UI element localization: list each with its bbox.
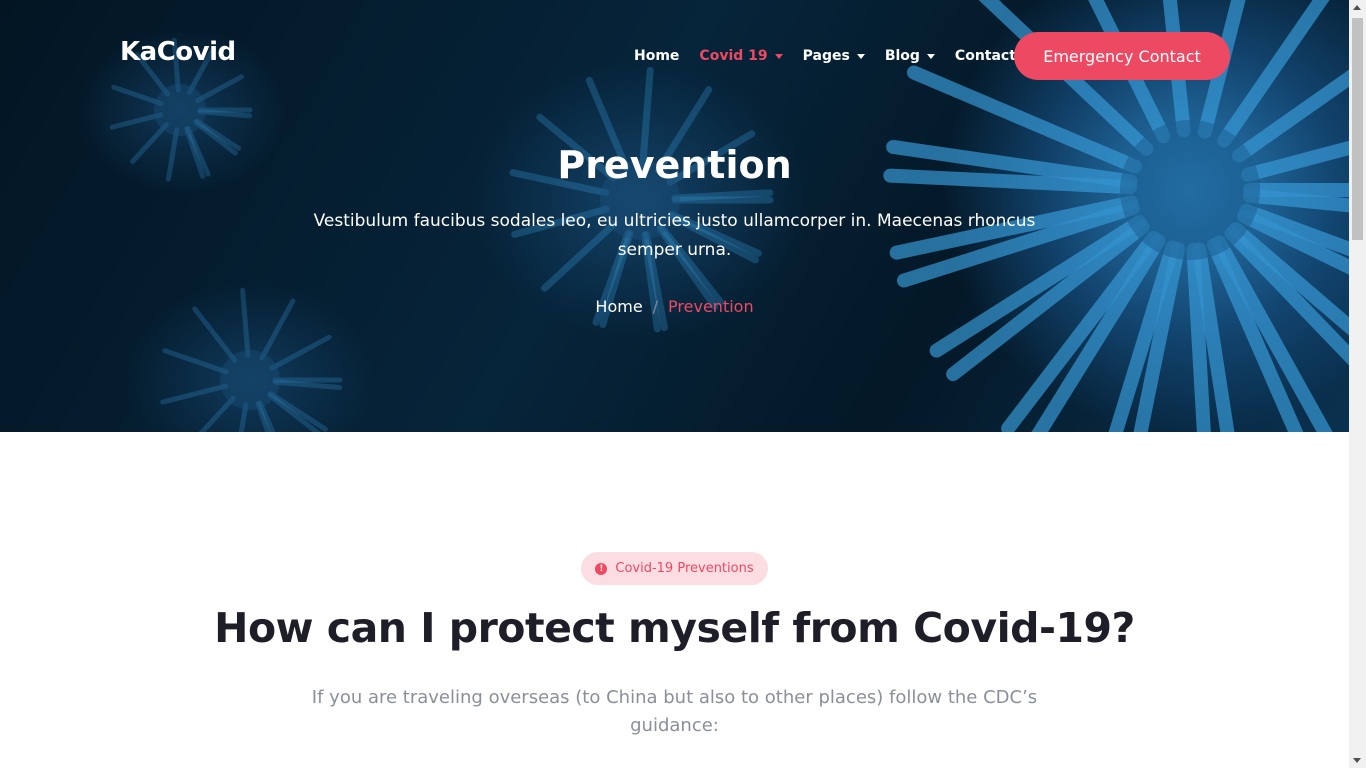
info-circle-icon: ! bbox=[595, 562, 608, 575]
nav-item-contact[interactable]: Contact bbox=[955, 48, 1016, 64]
nav-item-blog[interactable]: Blog bbox=[885, 48, 935, 64]
breadcrumb: Home / Prevention bbox=[0, 297, 1349, 316]
hero-banner: KaCovid Home Covid 19 Pages Blog Contact… bbox=[0, 0, 1349, 432]
nav-item-label: Pages bbox=[802, 48, 850, 64]
section-title: How can I protect myself from Covid-19? bbox=[214, 604, 1135, 652]
page-scrollbar[interactable] bbox=[1349, 0, 1366, 768]
caret-down-icon bbox=[926, 53, 935, 59]
nav-item-label: Blog bbox=[884, 48, 920, 64]
scroll-up-arrow-icon[interactable] bbox=[1353, 5, 1361, 10]
nav-item-covid19[interactable]: Covid 19 bbox=[699, 48, 783, 64]
section-text: If you are traveling overseas (to China … bbox=[311, 687, 1038, 736]
breadcrumb-current: Prevention bbox=[668, 297, 754, 316]
scroll-down-arrow-icon[interactable] bbox=[1353, 758, 1361, 763]
nav-item-label: Home bbox=[634, 48, 680, 64]
emergency-contact-button[interactable]: Emergency Contact bbox=[1014, 32, 1230, 80]
nav-item-label: Covid 19 bbox=[699, 48, 768, 64]
breadcrumb-home-link[interactable]: Home bbox=[595, 297, 642, 316]
nav-item-pages[interactable]: Pages bbox=[803, 48, 865, 64]
nav-item-home[interactable]: Home bbox=[634, 48, 679, 64]
section-badge: ! Covid-19 Preventions bbox=[581, 552, 768, 585]
main-nav: Home Covid 19 Pages Blog Contact bbox=[634, 46, 1036, 66]
page-title: Prevention bbox=[557, 143, 792, 187]
nav-item-label: Contact bbox=[954, 48, 1016, 64]
breadcrumb-separator: / bbox=[652, 297, 659, 316]
caret-down-icon bbox=[856, 53, 865, 59]
hero-subtitle: Vestibulum faucibus sodales leo, eu ultr… bbox=[313, 211, 1036, 260]
scrollbar-thumb[interactable] bbox=[1352, 18, 1363, 240]
caret-down-icon bbox=[774, 53, 783, 59]
badge-label: Covid-19 Preventions bbox=[615, 561, 754, 576]
brand-logo[interactable]: KaCovid bbox=[120, 37, 236, 67]
